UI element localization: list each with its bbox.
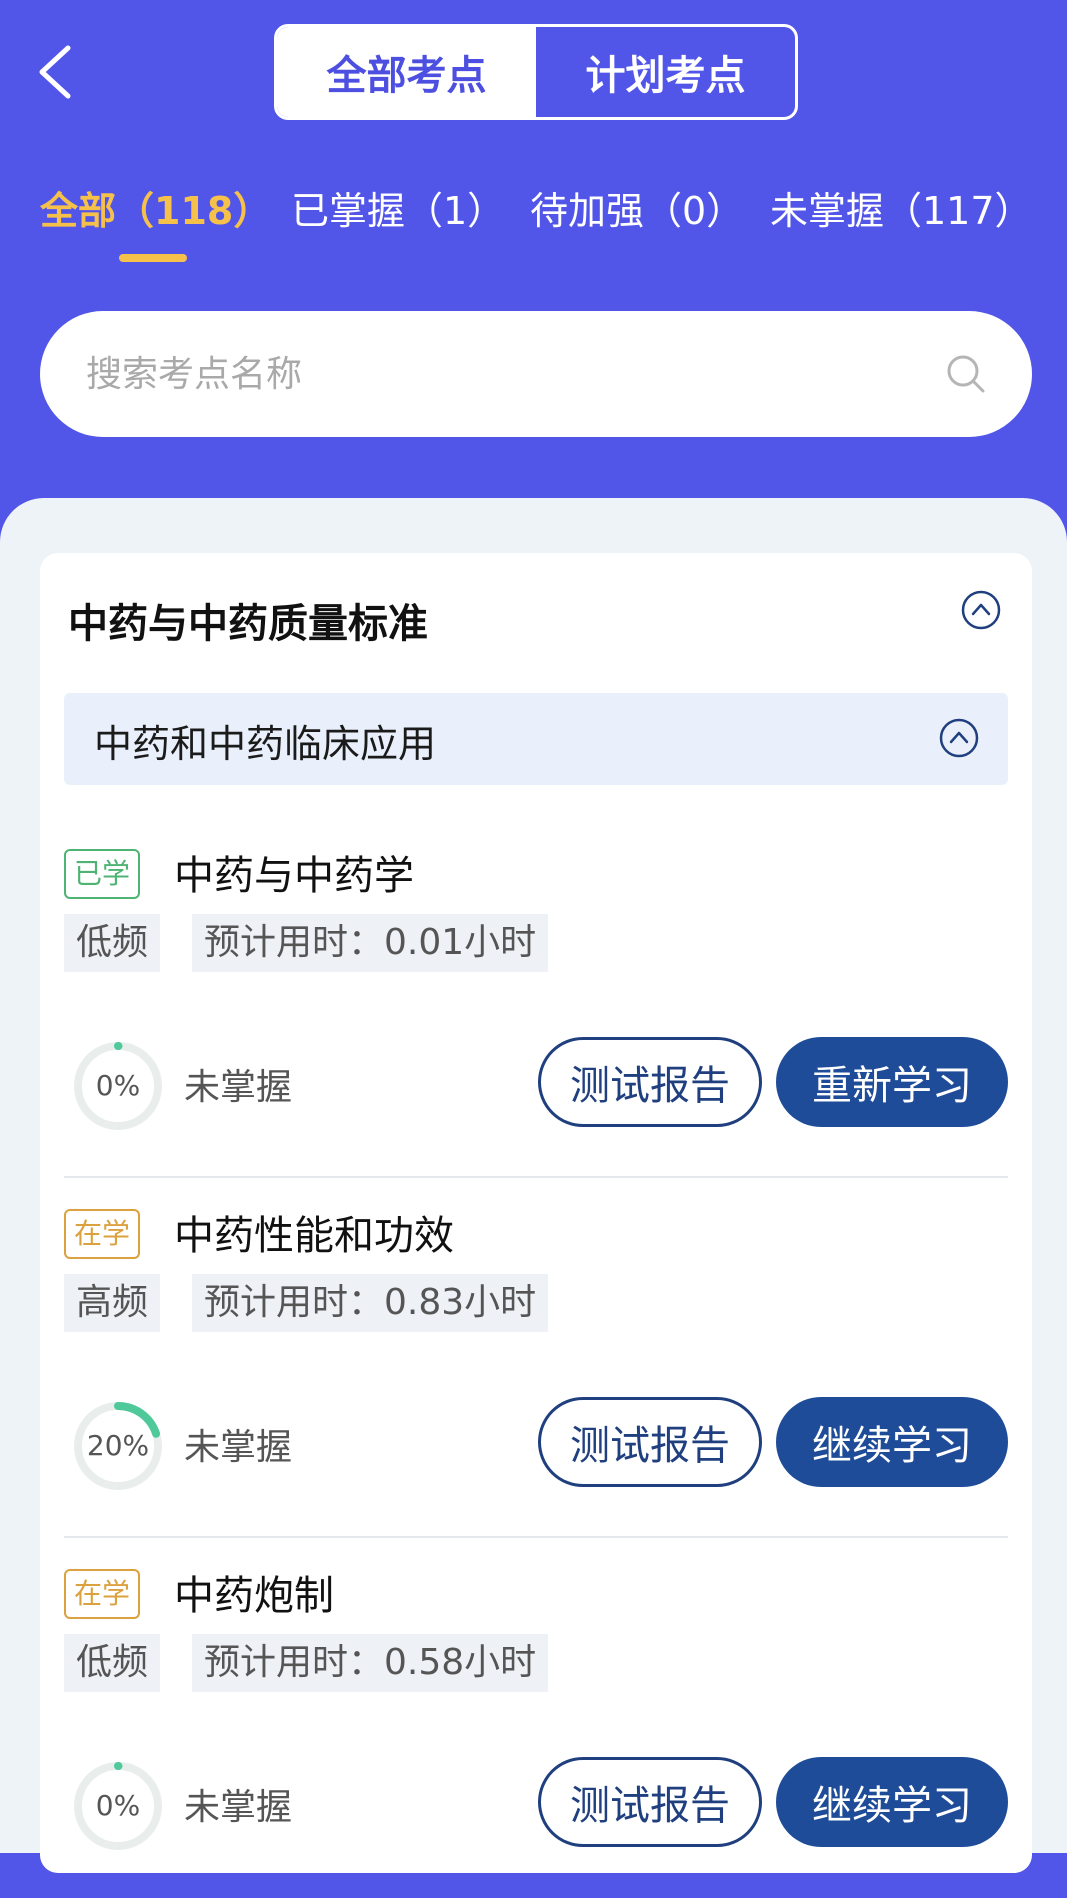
- frequency-tag: 低频: [64, 914, 161, 972]
- collapse-chevron-icon[interactable]: [938, 717, 980, 759]
- progress-percent: 0%: [95, 1069, 141, 1102]
- chapter-title: 中药与中药质量标准: [68, 601, 428, 647]
- point-title[interactable]: 中药炮制: [174, 1563, 334, 1621]
- time-estimate-tag: 预计用时：0.58小时: [192, 1634, 549, 1692]
- point-item: 已学 中药与中药学 低频 预计用时：0.01小时 0% 未掌握 测试报告 重新学…: [64, 818, 1008, 1178]
- progress-percent: 0%: [95, 1789, 141, 1822]
- section-title: 中药和中药临床应用: [94, 722, 437, 766]
- filter-tab-needs-work[interactable]: 待加强（0）: [530, 180, 744, 235]
- search-input[interactable]: [84, 352, 908, 396]
- tab-plan-points[interactable]: 计划考点: [536, 27, 795, 117]
- header: 全部考点 计划考点 全部（118） 已掌握（1） 待加强（0） 未掌握（117）: [0, 0, 1067, 520]
- mastery-status: 未掌握: [184, 1427, 293, 1468]
- frequency-tag: 低频: [64, 1634, 161, 1692]
- test-report-button[interactable]: 测试报告: [538, 1397, 762, 1487]
- filter-tab-unmastered[interactable]: 未掌握（117）: [770, 180, 1033, 235]
- frequency-tag: 高频: [64, 1274, 161, 1332]
- restudy-button[interactable]: 重新学习: [776, 1037, 1008, 1127]
- status-badge: 在学: [64, 1569, 141, 1619]
- search-bar: [40, 311, 1032, 437]
- filter-tab-mastered[interactable]: 已掌握（1）: [291, 180, 505, 235]
- back-arrow-icon[interactable]: [34, 42, 80, 102]
- chapter-card: 中药与中药质量标准 中药和中药临床应用 已学 中药与中药学 低频 预计用时：0.…: [40, 553, 1032, 1873]
- continue-study-button[interactable]: 继续学习: [776, 1397, 1008, 1487]
- time-estimate-tag: 预计用时：0.83小时: [192, 1274, 549, 1332]
- status-badge: 已学: [64, 849, 141, 899]
- section-header[interactable]: 中药和中药临床应用: [64, 693, 1008, 785]
- test-report-button[interactable]: 测试报告: [538, 1037, 762, 1127]
- search-icon[interactable]: [944, 352, 988, 396]
- status-badge: 在学: [64, 1209, 141, 1259]
- point-item: 在学 中药性能和功效 高频 预计用时：0.83小时 20% 未掌握 测试报告 继…: [64, 1178, 1008, 1538]
- continue-study-button[interactable]: 继续学习: [776, 1757, 1008, 1847]
- time-estimate-tag: 预计用时：0.01小时: [192, 914, 549, 972]
- point-title[interactable]: 中药性能和功效: [174, 1203, 454, 1261]
- filter-tab-all[interactable]: 全部（118）: [40, 180, 271, 235]
- active-tab-indicator: [119, 254, 187, 262]
- content-area: 中药与中药质量标准 中药和中药临床应用 已学 中药与中药学 低频 预计用时：0.…: [0, 498, 1067, 1873]
- point-title[interactable]: 中药与中药学: [174, 843, 414, 901]
- collapse-chevron-icon[interactable]: [960, 589, 1002, 631]
- progress-percent: 20%: [86, 1429, 150, 1462]
- tab-all-points[interactable]: 全部考点: [277, 27, 536, 117]
- mastery-status: 未掌握: [184, 1067, 293, 1108]
- segmented-control: 全部考点 计划考点: [274, 24, 798, 120]
- mastery-status: 未掌握: [184, 1787, 293, 1828]
- test-report-button[interactable]: 测试报告: [538, 1757, 762, 1847]
- point-item: 在学 中药炮制 低频 预计用时：0.58小时 0% 未掌握 测试报告 继续学习: [64, 1538, 1008, 1898]
